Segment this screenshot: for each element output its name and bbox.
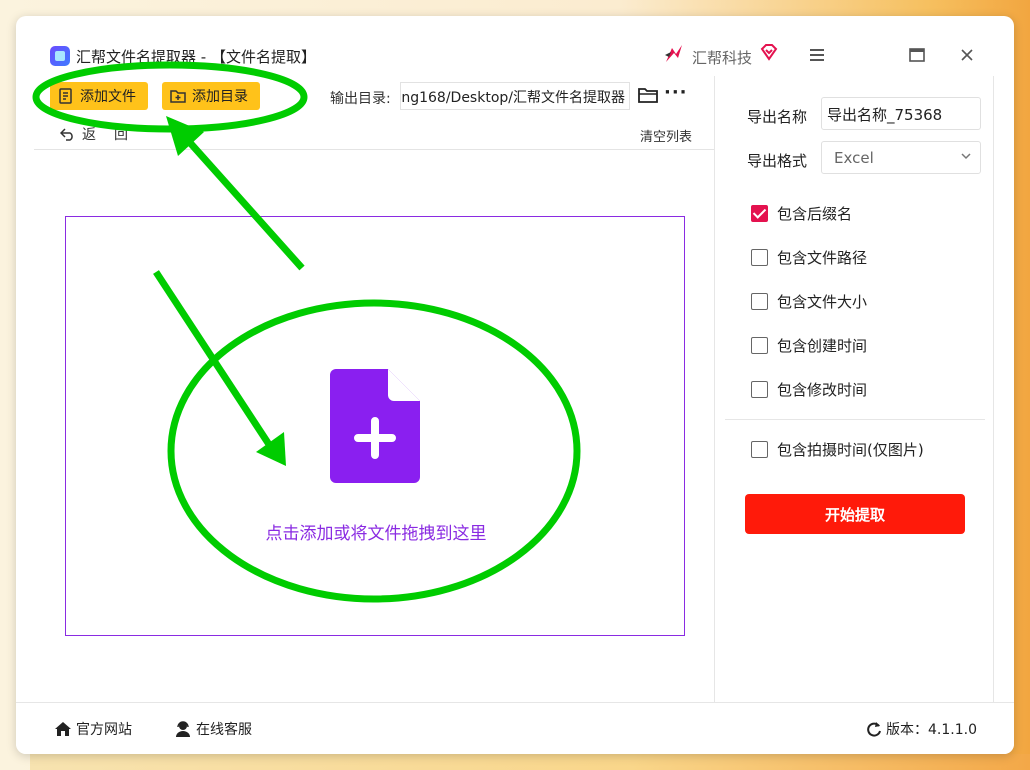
- option-label: 包含文件路径: [777, 249, 868, 267]
- export-format-label: 导出格式: [747, 152, 808, 170]
- add-directory-label: 添加目录: [192, 89, 248, 105]
- divider: [34, 149, 714, 150]
- option-label: 包含拍摄时间(仅图片): [777, 441, 924, 459]
- brand-icon: [665, 45, 682, 62]
- chevron-down-icon: [961, 153, 971, 160]
- option-label: 包含后缀名: [777, 205, 853, 223]
- version-label: 版本：4.1.1.0: [886, 722, 977, 738]
- close-icon[interactable]: [954, 42, 980, 68]
- add-file-label: 添加文件: [80, 89, 136, 105]
- export-format-select[interactable]: Excel: [821, 141, 981, 174]
- brand-badge-icon[interactable]: [760, 43, 778, 61]
- file-drop-zone[interactable]: 点击添加或将文件拖拽到这里: [65, 216, 685, 636]
- checkbox-include-extension[interactable]: [751, 205, 768, 222]
- title-bar: 汇帮文件名提取器 - 【文件名提取】 汇帮科技: [16, 16, 1014, 76]
- checkbox-include-shot-time[interactable]: [751, 441, 768, 458]
- option-label: 包含修改时间: [777, 381, 868, 399]
- status-bar: 官方网站 在线客服 版本：4.1.1.0: [16, 702, 1014, 754]
- version-info[interactable]: 版本：4.1.1.0: [866, 719, 977, 739]
- brand-name: 汇帮科技: [692, 49, 753, 67]
- checkbox-include-size[interactable]: [751, 293, 768, 310]
- app-window: 汇帮文件名提取器 - 【文件名提取】 汇帮科技 添加文件 添加目录 输出目录: …: [16, 16, 1014, 754]
- checkbox-include-path[interactable]: [751, 249, 768, 266]
- drop-hint-text: 点击添加或将文件拖拽到这里: [265, 524, 487, 544]
- option-label: 包含创建时间: [777, 337, 868, 355]
- official-website-link[interactable]: 官方网站: [54, 719, 132, 739]
- clear-list-button[interactable]: 清空列表: [640, 126, 692, 145]
- option-include-path[interactable]: 包含文件路径: [751, 247, 867, 268]
- menu-icon[interactable]: [804, 42, 830, 68]
- back-label: 返回: [82, 127, 146, 143]
- checkbox-include-created[interactable]: [751, 337, 768, 354]
- settings-panel: 导出名称 导出名称_75368 导出格式 Excel 包含后缀名 包含文件路径 …: [714, 76, 994, 702]
- option-include-modified[interactable]: 包含修改时间: [751, 379, 867, 400]
- add-directory-button[interactable]: 添加目录: [162, 82, 260, 110]
- app-logo-icon: [50, 46, 70, 66]
- window-title: 汇帮文件名提取器 - 【文件名提取】: [76, 48, 316, 66]
- export-name-label: 导出名称: [747, 108, 808, 126]
- start-extract-button[interactable]: 开始提取: [745, 494, 965, 534]
- add-file-icon: [59, 88, 72, 104]
- output-dir-value: wang168/Desktop/汇帮文件名提取器: [400, 90, 625, 106]
- divider: [725, 419, 985, 420]
- output-dir-label: 输出目录:: [330, 91, 391, 107]
- more-icon[interactable]: ···: [664, 82, 688, 103]
- export-format-value: Excel: [834, 149, 874, 167]
- option-include-size[interactable]: 包含文件大小: [751, 291, 867, 312]
- option-label: 包含文件大小: [777, 293, 868, 311]
- output-dir-field[interactable]: wang168/Desktop/汇帮文件名提取器: [400, 82, 630, 110]
- option-include-created[interactable]: 包含创建时间: [751, 335, 867, 356]
- refresh-icon: [867, 722, 881, 737]
- back-icon: [60, 128, 73, 141]
- back-button[interactable]: 返回: [60, 124, 146, 144]
- home-icon: [55, 722, 71, 736]
- online-support-link[interactable]: 在线客服: [174, 719, 252, 739]
- support-icon: [176, 721, 190, 737]
- folder-icon[interactable]: [638, 86, 658, 104]
- add-file-button[interactable]: 添加文件: [50, 82, 148, 110]
- add-folder-icon: [170, 90, 186, 103]
- option-include-extension[interactable]: 包含后缀名: [751, 203, 852, 224]
- website-label: 官方网站: [76, 722, 132, 738]
- checkbox-include-modified[interactable]: [751, 381, 768, 398]
- option-include-shot-time[interactable]: 包含拍摄时间(仅图片): [751, 439, 924, 460]
- export-name-input[interactable]: 导出名称_75368: [821, 97, 981, 130]
- support-label: 在线客服: [196, 722, 252, 738]
- file-plus-icon: [330, 369, 420, 483]
- background-strip: [30, 754, 1030, 770]
- maximize-icon[interactable]: [904, 42, 930, 68]
